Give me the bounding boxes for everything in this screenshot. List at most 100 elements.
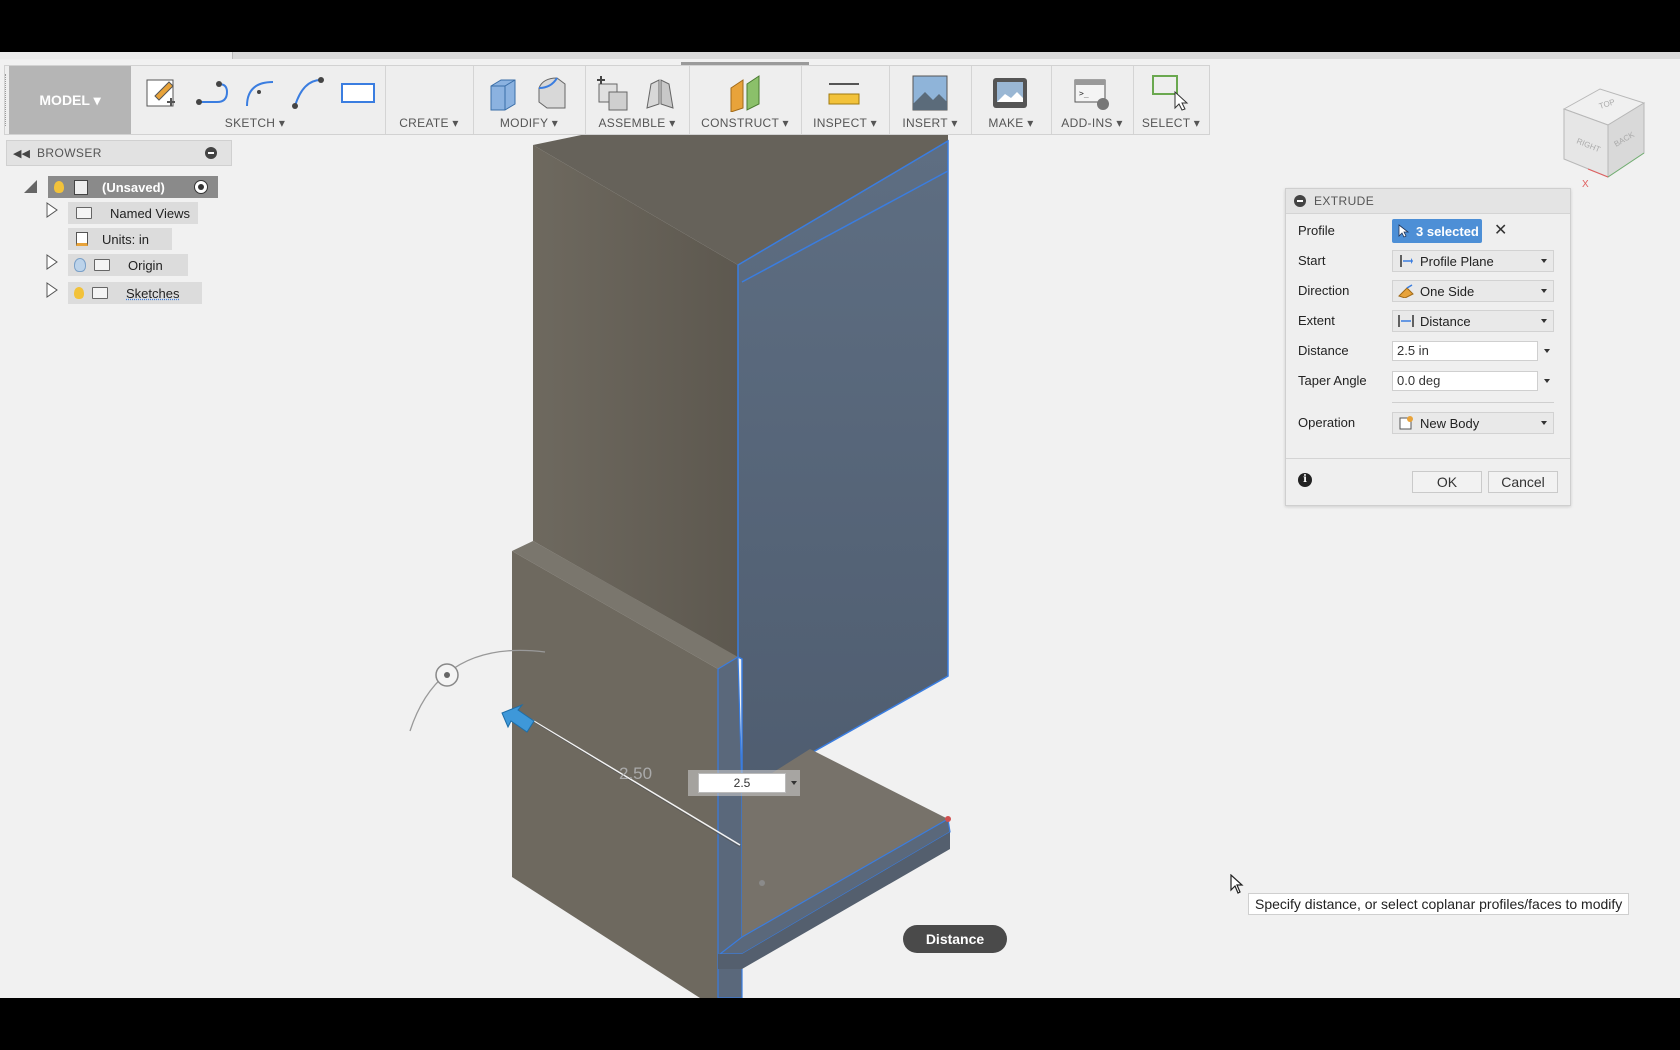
create-menu-label[interactable]: CREATE ▾: [385, 116, 473, 130]
measure-icon[interactable]: [825, 74, 863, 112]
arc-tool-icon[interactable]: [241, 74, 279, 112]
visibility-bulb-icon[interactable]: [54, 181, 64, 193]
insert-canvas-icon[interactable]: [911, 74, 949, 112]
insert-menu-label[interactable]: INSERT ▾: [889, 116, 971, 130]
sketches-label: Sketches: [126, 285, 180, 301]
taper-angle-dropdown-arrow[interactable]: [1544, 379, 1550, 383]
3d-print-icon[interactable]: [991, 74, 1029, 112]
select-tool-icon[interactable]: [1151, 74, 1189, 112]
start-label: Start: [1298, 253, 1326, 268]
extent-value: Distance: [1420, 313, 1471, 329]
taper-angle-row: Taper Angle 0.0 deg: [1286, 368, 1572, 394]
taper-angle-input[interactable]: 0.0 deg: [1392, 371, 1538, 391]
line-tool-icon[interactable]: [193, 74, 231, 112]
svg-text:X: X: [1582, 179, 1589, 190]
named-views-label: Named Views: [110, 205, 190, 221]
tree-node-root[interactable]: (Unsaved): [48, 176, 218, 198]
distance-manipulator-label[interactable]: Distance: [903, 925, 1007, 953]
cancel-button[interactable]: Cancel: [1488, 471, 1558, 493]
visibility-bulb-icon[interactable]: [74, 287, 84, 299]
cursor-select-icon: [1398, 224, 1410, 238]
insert-group: INSERT ▾: [889, 66, 972, 134]
distance-row: Distance 2.5 in: [1286, 338, 1572, 364]
tree-node-units[interactable]: Units: in: [68, 228, 172, 250]
sketch-group: SKETCH ▾: [135, 66, 386, 134]
bottom-black-bar: [0, 998, 1680, 1050]
direction-dropdown[interactable]: One Side: [1392, 280, 1554, 302]
modify-menu-label[interactable]: MODIFY ▾: [473, 116, 585, 130]
main-toolbar: MODEL ▾ SKETCH ▾ CREATE ▾ MODIFY ▾ ASSEM…: [4, 62, 1210, 135]
spline-tool-icon[interactable]: [289, 74, 327, 112]
dimension-value-label: 2.50: [619, 764, 653, 783]
workspace-switcher-button[interactable]: MODEL ▾: [9, 66, 131, 134]
sketch-menu-label[interactable]: SKETCH ▾: [135, 116, 375, 130]
root-label: (Unsaved): [102, 179, 165, 195]
addins-group: >_ ADD-INS ▾: [1051, 66, 1134, 134]
create-sketch-icon[interactable]: [143, 74, 181, 112]
dimension-input[interactable]: 2.5: [698, 773, 786, 793]
canvas-viewport[interactable]: 2.50 2.5 Distance Specify distance, or s…: [0, 59, 1680, 998]
tree-node-named-views[interactable]: Named Views: [68, 202, 198, 224]
dimension-dropdown-arrow[interactable]: [791, 781, 797, 785]
construct-menu-label[interactable]: CONSTRUCT ▾: [689, 116, 801, 130]
press-pull-icon[interactable]: [485, 74, 523, 112]
tree-node-origin[interactable]: Origin: [68, 254, 188, 276]
taper-angle-label: Taper Angle: [1298, 373, 1367, 388]
new-body-icon: [1398, 416, 1414, 430]
inspect-menu-label[interactable]: INSPECT ▾: [801, 116, 889, 130]
modify-group: MODIFY ▾: [473, 66, 586, 134]
direction-value: One Side: [1420, 283, 1475, 299]
joint-icon[interactable]: [641, 74, 679, 112]
inspect-group: INSPECT ▾: [801, 66, 890, 134]
origin-label: Origin: [128, 257, 163, 273]
mouse-cursor-icon: [1230, 874, 1244, 894]
document-tab[interactable]: [0, 52, 233, 59]
operation-dropdown[interactable]: New Body: [1392, 412, 1554, 434]
distance-dropdown-arrow[interactable]: [1544, 349, 1550, 353]
folder-icon: [76, 207, 92, 219]
folder-icon: [92, 287, 108, 299]
info-icon[interactable]: i: [1298, 473, 1312, 487]
sketches-expand-triangle-icon[interactable]: [46, 282, 58, 298]
units-label: Units: in: [102, 231, 149, 247]
scripts-addins-icon[interactable]: >_: [1073, 74, 1111, 112]
ok-button[interactable]: OK: [1412, 471, 1482, 493]
view-cube[interactable]: TOP RIGHT BACK X: [1560, 83, 1660, 193]
profile-label: Profile: [1298, 223, 1335, 238]
extrude-dialog-title: EXTRUDE: [1314, 194, 1375, 208]
root-expand-triangle-icon[interactable]: [24, 180, 37, 193]
assemble-menu-label[interactable]: ASSEMBLE ▾: [585, 116, 689, 130]
command-tooltip: Specify distance, or select coplanar pro…: [1248, 893, 1630, 915]
addins-menu-label[interactable]: ADD-INS ▾: [1051, 116, 1133, 130]
collapse-browser-icon[interactable]: ◀◀: [13, 147, 30, 160]
vertex-dot: [945, 816, 951, 822]
extent-label: Extent: [1298, 313, 1335, 328]
start-dropdown[interactable]: Profile Plane: [1392, 250, 1554, 272]
make-group: MAKE ▾: [971, 66, 1052, 134]
tree-node-sketches[interactable]: Sketches: [68, 282, 202, 304]
select-menu-label[interactable]: SELECT ▾: [1133, 116, 1209, 130]
document-tab-strip: [0, 52, 1680, 59]
make-menu-label[interactable]: MAKE ▾: [971, 116, 1051, 130]
offset-plane-icon[interactable]: [727, 74, 765, 112]
activate-component-icon[interactable]: [194, 180, 208, 194]
distance-input[interactable]: 2.5 in: [1392, 341, 1538, 361]
origin-expand-triangle-icon[interactable]: [46, 254, 58, 270]
profile-selection-button[interactable]: 3 selected: [1392, 219, 1482, 243]
named-views-expand-triangle-icon[interactable]: [46, 202, 58, 218]
dialog-minimize-icon[interactable]: [1294, 195, 1306, 207]
rectangle-tool-icon[interactable]: [339, 74, 377, 112]
fillet-icon[interactable]: [533, 74, 571, 112]
top-black-bar: [0, 0, 1680, 52]
start-row: Start Profile Plane: [1286, 248, 1572, 274]
chevron-down-icon: [1541, 289, 1547, 293]
chevron-down-icon: [1541, 421, 1547, 425]
browser-panel: ◀◀ BROWSER (Unsaved) Named Views Units: …: [6, 140, 232, 304]
extent-dropdown[interactable]: Distance: [1392, 310, 1554, 332]
clear-selection-icon[interactable]: ✕: [1494, 220, 1507, 240]
svg-text:>_: >_: [1079, 89, 1089, 98]
visibility-bulb-icon[interactable]: [74, 258, 86, 272]
browser-minimize-icon[interactable]: [205, 147, 217, 159]
profile-plane-icon: [1398, 254, 1414, 268]
new-component-icon[interactable]: [593, 74, 631, 112]
